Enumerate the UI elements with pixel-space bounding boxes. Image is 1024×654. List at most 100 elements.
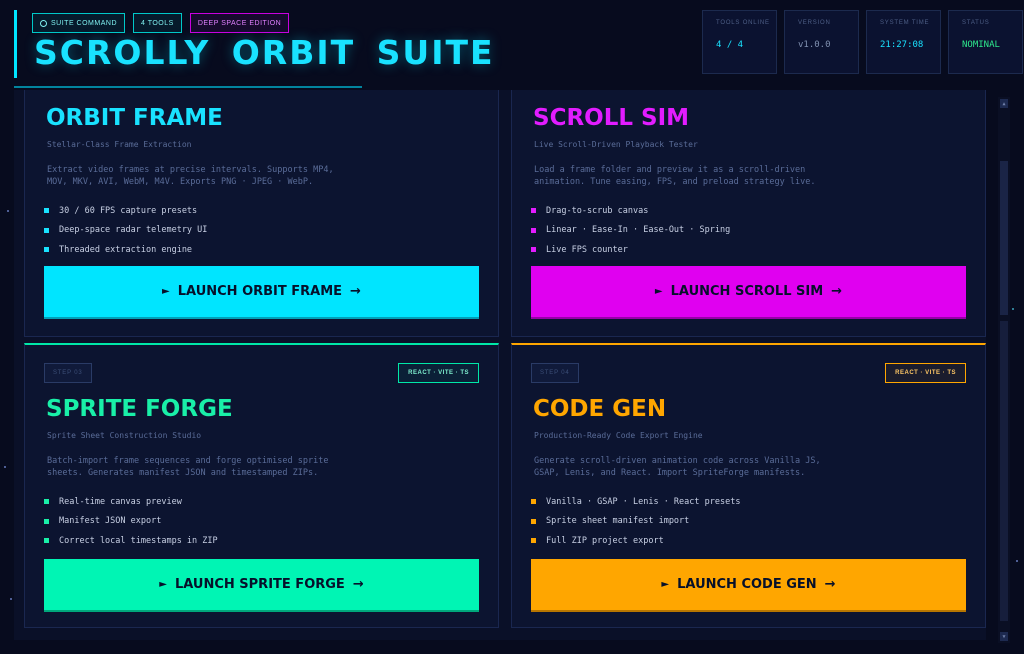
feature-item: Vanilla · GSAP · Lenis · React presets xyxy=(531,492,740,512)
feature-text: Manifest JSON export xyxy=(59,516,162,527)
square-bullet-icon xyxy=(44,227,49,233)
tools-count-tag: 4 TOOLS xyxy=(133,13,182,33)
card-subtitle: Production-Ready Code Export Engine xyxy=(534,431,703,440)
scrollbar-track[interactable] xyxy=(1000,321,1008,621)
square-bullet-icon xyxy=(531,538,536,544)
button-label: LAUNCH SPRITE FORGE xyxy=(174,577,345,592)
feature-text: Deep-space radar telemetry UI xyxy=(59,225,208,236)
arrow-right-icon: → xyxy=(350,284,361,299)
play-icon: ► xyxy=(654,286,663,297)
launch-scroll-sim-button[interactable]: ► LAUNCH SCROLL SIM → xyxy=(531,266,966,317)
feature-list: 30 / 60 FPS capture presets Deep-space r… xyxy=(44,201,207,260)
square-bullet-icon xyxy=(44,499,49,505)
arrow-right-icon: → xyxy=(831,284,843,299)
square-bullet-icon xyxy=(531,518,536,524)
step-badge: STEP 04 xyxy=(531,363,579,383)
tag-label: 4 TOOLS xyxy=(141,19,174,27)
scrollbar-thumb[interactable] xyxy=(1000,161,1008,315)
square-bullet-icon xyxy=(44,208,49,214)
card-title: SCROLL SIM xyxy=(533,105,690,131)
vertical-scrollbar[interactable]: ▲ ▼ xyxy=(998,97,1010,643)
stat-label: TOOLS ONLINE xyxy=(716,20,770,26)
feature-text: Threaded extraction engine xyxy=(59,244,193,255)
tool-card-code-gen: STEP 04 REACT · VITE · TS CODE GEN Produ… xyxy=(511,343,986,628)
card-description: Generate scroll-driven animation code ac… xyxy=(534,456,821,478)
feature-item: Live FPS counter xyxy=(531,240,730,260)
stat-label: SYSTEM TIME xyxy=(880,20,930,26)
feature-text: Sprite sheet manifest import xyxy=(546,516,690,527)
square-bullet-icon xyxy=(531,227,536,233)
feature-text: Correct local timestamps in ZIP xyxy=(59,535,218,546)
stat-system-time: SYSTEM TIME 21:27:08 xyxy=(866,10,941,74)
feature-item: Drag-to-scrub canvas xyxy=(531,201,730,221)
system-stats: TOOLS ONLINE 4 / 4 VERSION v1.0.0 SYSTEM… xyxy=(702,10,1023,74)
button-label: LAUNCH SCROLL SIM xyxy=(670,284,824,299)
card-description: Extract video frames at precise interval… xyxy=(47,165,334,187)
tool-card-sprite-forge: STEP 03 REACT · VITE · TS SPRITE FORGE S… xyxy=(24,343,499,628)
tool-card-orbit-frame: ORBIT FRAME Stellar-Class Frame Extracti… xyxy=(24,90,499,337)
feature-item: Full ZIP project export xyxy=(531,531,740,551)
feature-text: Drag-to-scrub canvas xyxy=(546,205,649,216)
card-subtitle: Stellar-Class Frame Extraction xyxy=(47,140,192,149)
stat-value: 21:27:08 xyxy=(880,40,924,50)
square-bullet-icon xyxy=(531,208,536,214)
header-tags: SUITE COMMAND 4 TOOLS DEEP SPACE EDITION xyxy=(32,13,290,33)
card-description: Batch-import frame sequences and forge o… xyxy=(47,456,329,478)
feature-item: Linear · Ease-In · Ease-Out · Spring xyxy=(531,221,730,241)
feature-text: 30 / 60 FPS capture presets xyxy=(59,205,198,216)
feature-text: Live FPS counter xyxy=(546,244,628,255)
tool-card-scroll-sim: SCROLL SIM Live Scroll-Driven Playback T… xyxy=(511,90,986,337)
feature-text: Full ZIP project export xyxy=(546,535,664,546)
stat-value: 4 / 4 xyxy=(716,40,744,50)
header-accent-bar xyxy=(14,10,17,78)
play-icon: ► xyxy=(159,579,167,590)
card-title: CODE GEN xyxy=(533,396,667,422)
square-bullet-icon xyxy=(44,518,49,524)
stat-tools-online: TOOLS ONLINE 4 / 4 xyxy=(702,10,777,74)
square-bullet-icon xyxy=(44,247,49,253)
arrow-right-icon: → xyxy=(352,577,364,592)
feature-list: Vanilla · GSAP · Lenis · React presets S… xyxy=(531,492,740,551)
scroll-down-icon[interactable]: ▼ xyxy=(1000,632,1008,641)
stat-value: NOMINAL xyxy=(962,40,1000,50)
stat-label: STATUS xyxy=(962,20,990,26)
button-label: LAUNCH ORBIT FRAME xyxy=(177,284,343,299)
feature-item: Sprite sheet manifest import xyxy=(531,512,740,532)
launch-orbit-frame-button[interactable]: ► LAUNCH ORBIT FRAME → xyxy=(44,266,479,317)
feature-text: Linear · Ease-In · Ease-Out · Spring xyxy=(546,225,731,236)
feature-item: 30 / 60 FPS capture presets xyxy=(44,201,207,221)
arrow-right-icon: → xyxy=(824,577,836,592)
edition-tag: DEEP SPACE EDITION xyxy=(189,13,290,33)
play-icon: ► xyxy=(162,286,170,297)
card-subtitle: Live Scroll-Driven Playback Tester xyxy=(534,140,698,149)
button-label: LAUNCH CODE GEN xyxy=(677,577,817,592)
tech-stack-badge: REACT · VITE · TS xyxy=(398,363,479,383)
tech-stack-badge: REACT · VITE · TS xyxy=(885,363,966,383)
tools-grid: ORBIT FRAME Stellar-Class Frame Extracti… xyxy=(14,90,986,640)
app-title: SCROLLY ORBIT SUITE xyxy=(34,33,495,72)
card-subtitle: Sprite Sheet Construction Studio xyxy=(47,431,202,440)
stat-label: VERSION xyxy=(798,20,831,26)
launch-sprite-forge-button[interactable]: ► LAUNCH SPRITE FORGE → xyxy=(44,559,479,610)
feature-text: Real-time canvas preview xyxy=(59,496,182,507)
tag-label: DEEP SPACE EDITION xyxy=(197,19,282,27)
feature-item: Manifest JSON export xyxy=(44,512,218,532)
card-title: ORBIT FRAME xyxy=(46,105,223,131)
tag-label: SUITE COMMAND xyxy=(51,19,117,27)
stat-status: STATUS NOMINAL xyxy=(948,10,1023,74)
target-icon xyxy=(40,19,47,27)
feature-text: Vanilla · GSAP · Lenis · React presets xyxy=(546,496,741,507)
feature-item: Threaded extraction engine xyxy=(44,240,207,260)
square-bullet-icon xyxy=(44,538,49,544)
header-underline xyxy=(14,86,362,88)
app-header: SUITE COMMAND 4 TOOLS DEEP SPACE EDITION… xyxy=(0,0,1024,90)
feature-list: Drag-to-scrub canvas Linear · Ease-In · … xyxy=(531,201,730,260)
step-badge: STEP 03 xyxy=(44,363,92,383)
square-bullet-icon xyxy=(531,499,536,505)
launch-code-gen-button[interactable]: ► LAUNCH CODE GEN → xyxy=(531,559,966,610)
card-description: Load a frame folder and preview it as a … xyxy=(534,165,816,187)
suite-command-tag: SUITE COMMAND xyxy=(32,13,125,33)
scroll-up-icon[interactable]: ▲ xyxy=(1000,99,1008,108)
card-title: SPRITE FORGE xyxy=(46,396,233,422)
square-bullet-icon xyxy=(531,247,536,253)
